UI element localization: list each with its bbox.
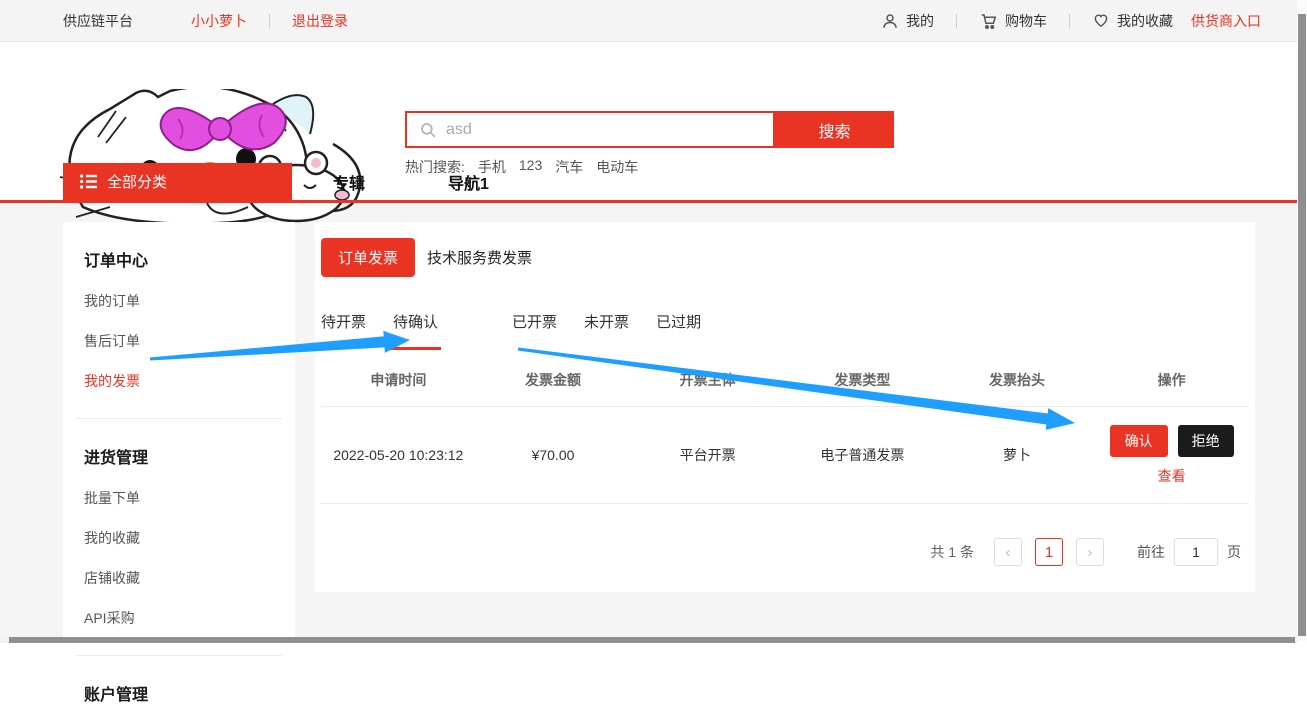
- search-button[interactable]: 搜索: [775, 111, 894, 148]
- invoice-status-tabs: 待开票 待确认 已开票 未开票 已过期: [321, 311, 1249, 350]
- nav-item-album[interactable]: 专辑: [333, 170, 365, 194]
- nav-red-divider: [0, 200, 1307, 203]
- cart-icon: [979, 12, 998, 30]
- cart-link[interactable]: 购物车: [979, 11, 1047, 31]
- col-subject: 开票主体: [630, 370, 785, 390]
- pagination: 共 1 条 ‹ 1 › 前往 页: [930, 538, 1241, 566]
- sidebar-item-shop-favorites[interactable]: 店铺收藏: [84, 568, 295, 588]
- tab-invoiced[interactable]: 已开票: [512, 311, 557, 350]
- cell-type: 电子普通发票: [785, 445, 940, 465]
- goto-page-input[interactable]: [1174, 538, 1218, 566]
- sidebar-item-my-favorites[interactable]: 我的收藏: [84, 528, 295, 548]
- divider: [76, 655, 282, 656]
- hot-search-item[interactable]: 汽车: [555, 157, 583, 177]
- sidebar-item-my-orders[interactable]: 我的订单: [84, 291, 295, 311]
- search-icon: [419, 121, 437, 139]
- sidebar-section-account-mgmt: 账户管理: [84, 681, 295, 705]
- horizontal-scrollbar-thumb[interactable]: [9, 637, 1295, 643]
- topbar-right: 我的 购物车 我的收藏 供货商入口: [881, 11, 1261, 31]
- all-categories-button[interactable]: 全部分类: [63, 163, 292, 200]
- sidebar-section-order-center: 订单中心: [84, 247, 295, 271]
- sidebar: 订单中心 我的订单 售后订单 我的发票 进货管理 批量下单 我的收藏 店铺收藏 …: [63, 222, 295, 643]
- sidebar-item-api-purchase[interactable]: API采购: [84, 608, 295, 628]
- cell-amount: ¥70.00: [476, 447, 631, 463]
- heart-icon: [1092, 12, 1110, 29]
- sidebar-item-aftersale-orders[interactable]: 售后订单: [84, 331, 295, 351]
- cell-apply-time: 2022-05-20 10:23:12: [321, 447, 476, 463]
- topbar: 供应链平台 小小萝卜 退出登录 我的 购物车 我的收藏 供货商入口: [0, 0, 1307, 42]
- divider: [956, 14, 957, 28]
- next-page-button[interactable]: ›: [1076, 538, 1104, 566]
- cell-subject: 平台开票: [630, 445, 785, 465]
- goto-label: 前往: [1137, 542, 1165, 562]
- tab-expired[interactable]: 已过期: [656, 311, 701, 350]
- sidebar-section-purchase-mgmt: 进货管理: [84, 444, 295, 468]
- horizontal-scrollbar: [0, 637, 1307, 643]
- supplier-entry-link[interactable]: 供货商入口: [1191, 11, 1261, 31]
- invoice-type-tabs: 订单发票 技术服务费发票: [321, 222, 1249, 277]
- favorites-link[interactable]: 我的收藏: [1092, 11, 1173, 31]
- username-link[interactable]: 小小萝卜: [191, 11, 247, 31]
- reject-button[interactable]: 拒绝: [1178, 425, 1234, 457]
- col-apply-time: 申请时间: [321, 370, 476, 390]
- col-actions: 操作: [1094, 370, 1249, 390]
- tab-order-invoice[interactable]: 订单发票: [321, 238, 415, 277]
- sidebar-item-bulk-order[interactable]: 批量下单: [84, 488, 295, 508]
- vertical-scrollbar: [1297, 0, 1307, 643]
- confirm-button[interactable]: 确认: [1110, 425, 1168, 457]
- tab-not-invoiced[interactable]: 未开票: [584, 311, 629, 350]
- logout-link[interactable]: 退出登录: [292, 11, 348, 31]
- cell-title: 萝卜: [940, 445, 1095, 465]
- search-bar: 搜索: [405, 111, 894, 148]
- hot-search-item[interactable]: 电动车: [596, 157, 638, 177]
- nav-item-nav1[interactable]: 导航1: [448, 170, 489, 194]
- divider: [269, 14, 270, 28]
- view-link[interactable]: 查看: [1158, 466, 1186, 486]
- my-account-link[interactable]: 我的: [881, 11, 934, 31]
- col-type: 发票类型: [785, 370, 940, 390]
- tab-pending-invoice[interactable]: 待开票: [321, 311, 366, 350]
- header: 搜索 热门搜索: 手机 123 汽车 电动车: [0, 43, 1307, 163]
- site-brand[interactable]: 供应链平台: [63, 11, 133, 31]
- prev-page-button[interactable]: ‹: [994, 538, 1022, 566]
- vertical-scrollbar-thumb[interactable]: [1298, 14, 1306, 636]
- cell-actions: 确认 拒绝 查看: [1094, 425, 1249, 486]
- user-icon: [881, 12, 899, 30]
- page-1-button[interactable]: 1: [1035, 538, 1063, 566]
- col-title: 发票抬头: [940, 370, 1095, 390]
- tab-tech-service-invoice[interactable]: 技术服务费发票: [427, 247, 532, 268]
- divider: [1069, 14, 1070, 28]
- col-amount: 发票金额: [476, 370, 631, 390]
- search-input[interactable]: [446, 121, 746, 139]
- invoice-panel: 订单发票 技术服务费发票 待开票 待确认 已开票 未开票 已过期 申请时间 发票…: [315, 222, 1255, 592]
- tab-pending-confirm[interactable]: 待确认: [393, 311, 438, 350]
- category-list-icon: [80, 174, 97, 189]
- sidebar-item-my-invoices[interactable]: 我的发票: [84, 371, 295, 391]
- total-count: 共 1 条: [930, 542, 974, 562]
- table-header: 申请时间 发票金额 开票主体 发票类型 发票抬头 操作: [321, 370, 1249, 407]
- page-unit-label: 页: [1227, 542, 1241, 562]
- hot-search: 热门搜索: 手机 123 汽车 电动车: [405, 157, 638, 177]
- divider: [76, 418, 282, 419]
- table-row: 2022-05-20 10:23:12 ¥70.00 平台开票 电子普通发票 萝…: [321, 407, 1249, 504]
- hot-search-item[interactable]: 123: [519, 157, 542, 177]
- search-box: [405, 111, 775, 148]
